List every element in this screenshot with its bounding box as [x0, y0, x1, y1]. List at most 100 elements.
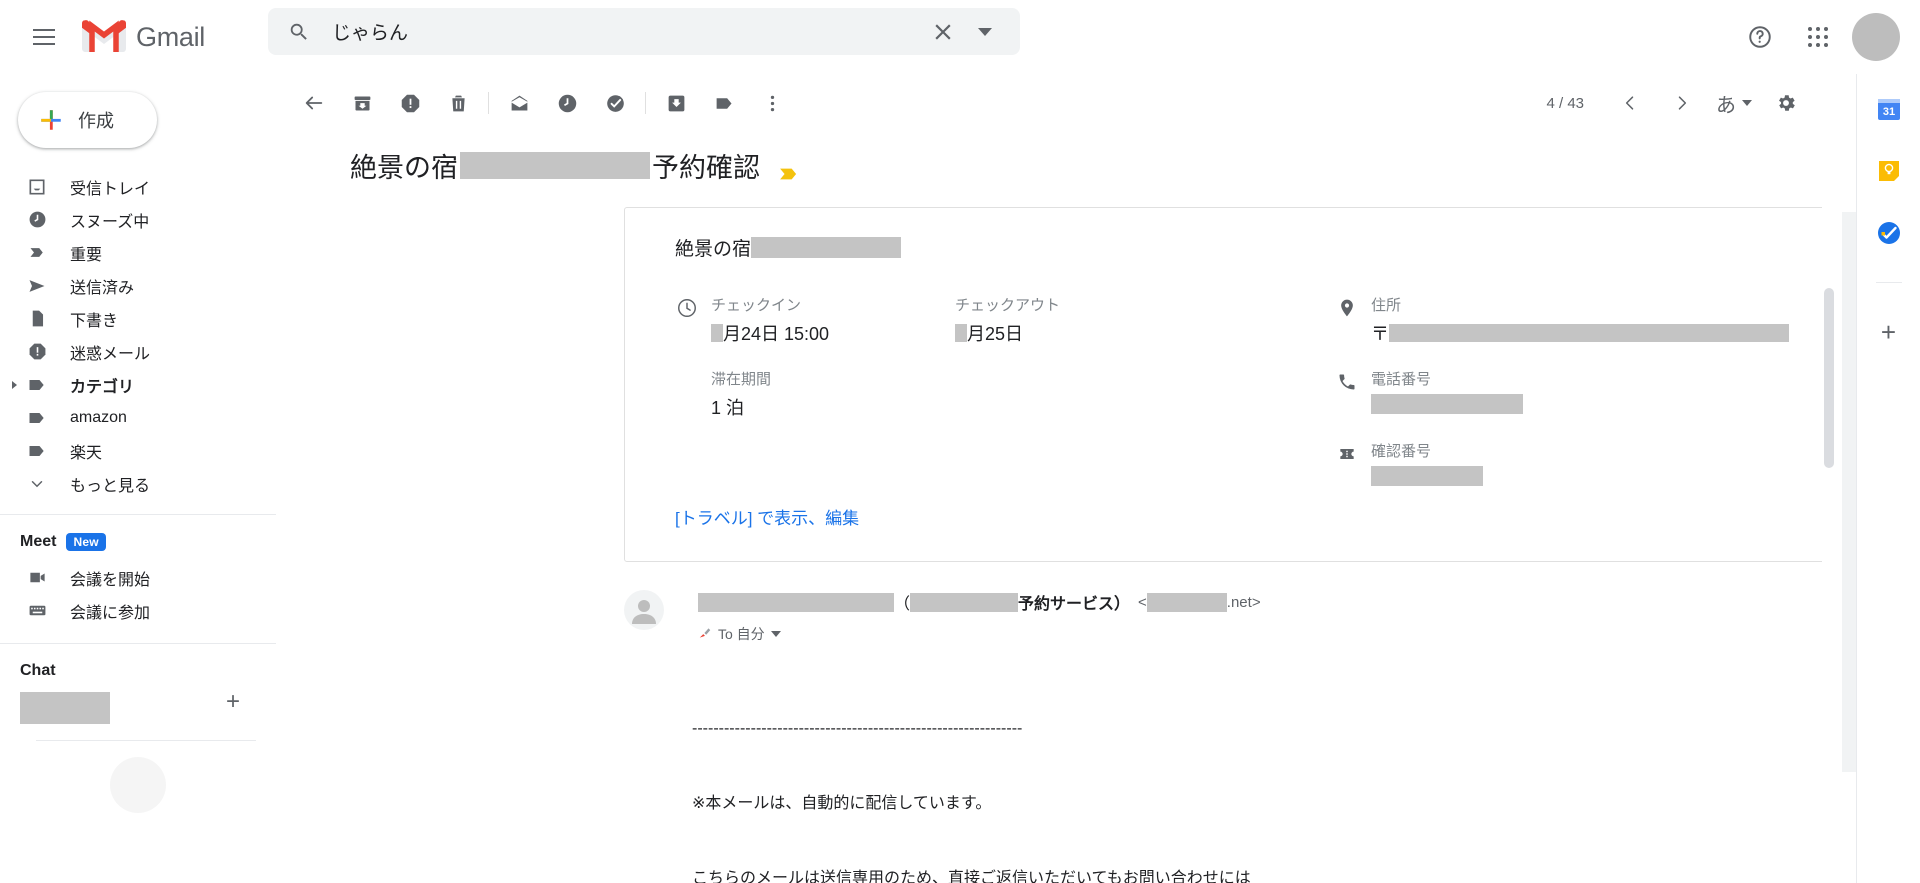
compose-button[interactable]: 作成 [18, 92, 157, 148]
chat-avatar-placeholder [110, 757, 166, 813]
plus-icon [38, 107, 64, 133]
meet-label: Meet [20, 533, 57, 550]
svg-text:31: 31 [1882, 106, 1894, 118]
gear-icon[interactable] [1762, 79, 1810, 127]
chevron-right-icon[interactable] [12, 380, 17, 389]
sender-avatar[interactable] [624, 590, 664, 630]
archive-icon[interactable] [338, 79, 386, 127]
meet-section-title: Meet New [0, 533, 276, 551]
avatar[interactable] [1852, 13, 1900, 61]
add-to-tasks-icon[interactable] [591, 79, 639, 127]
value-text: 月24日 15:00 [723, 323, 830, 344]
apps-grid-icon[interactable] [1794, 13, 1842, 61]
field-value: 〒 [1371, 320, 1789, 346]
field-checkout: チェックアウト 月25日 [955, 296, 1060, 346]
sidebar-item-sent[interactable]: 送信済み [0, 269, 266, 302]
sidebar-item-amazon[interactable]: amazon [0, 401, 266, 434]
more-vertical-icon[interactable] [748, 79, 796, 127]
sidebar-item-label: 迷惑メール [70, 345, 151, 363]
sender-name-redacted [698, 592, 894, 612]
sidebar-item-rakuten[interactable]: 楽天 [0, 434, 266, 467]
field-label: チェックイン [711, 297, 802, 314]
label-icon [26, 440, 48, 462]
sidebar-item-more[interactable]: もっと見る [0, 467, 266, 500]
page-scrollbar[interactable] [1842, 212, 1856, 772]
value-text: 〒 [1371, 323, 1389, 344]
sidebar-item-spam[interactable]: 迷惑メール [0, 335, 266, 368]
label-icon [26, 407, 48, 429]
chevron-left-icon[interactable] [1606, 79, 1654, 127]
chevron-down-icon[interactable] [978, 27, 992, 36]
scrollbar-thumb[interactable] [1824, 288, 1834, 468]
chat-redacted-name [20, 692, 110, 724]
chat-item[interactable]: + [0, 680, 276, 724]
search-input[interactable] [332, 20, 930, 43]
label-icon[interactable] [700, 79, 748, 127]
google-tasks-icon[interactable] [1876, 220, 1902, 246]
sidebar-item-label: もっと見る [70, 477, 151, 495]
chevron-down-icon [26, 473, 48, 495]
sidebar-item-important[interactable]: 重要 [0, 236, 266, 269]
importance-marker-icon[interactable] [778, 158, 800, 179]
mark-unread-icon[interactable] [495, 79, 543, 127]
hamburger-menu-icon[interactable] [20, 13, 68, 61]
search-bar[interactable] [268, 8, 1020, 55]
chevron-right-icon[interactable] [1658, 79, 1706, 127]
inbox-icon [26, 176, 48, 198]
trash-icon[interactable] [434, 79, 482, 127]
sidebar-item-label: 下書き [70, 312, 119, 330]
move-to-inbox-icon[interactable] [652, 79, 700, 127]
to-recipients[interactable]: To 自分 [698, 624, 1261, 644]
body-line: ----------------------------------------… [692, 720, 1023, 737]
label-icon [26, 374, 48, 396]
email-pane: 4 / 43 あ 絶景の宿 予約確認 絶景の宿 チェックイン 月24日 15:0… [276, 74, 1836, 883]
sidebar-item-label: 重要 [70, 246, 103, 264]
sidebar-item-label: 送信済み [70, 279, 135, 297]
input-language-label: あ [1716, 94, 1736, 117]
plus-icon[interactable]: + [1881, 319, 1896, 345]
chevron-down-icon [1742, 100, 1752, 106]
brand-text: Gmail [136, 21, 206, 52]
close-icon[interactable] [930, 19, 956, 45]
field-phone: 電話番号 [1335, 370, 1523, 414]
gmail-logo[interactable]: Gmail [82, 20, 205, 54]
sidebar-item-inbox[interactable]: 受信トレイ [0, 170, 266, 203]
gmail-m-icon [82, 20, 126, 54]
sidebar-item-start-meeting[interactable]: 会議を開始 [0, 561, 266, 594]
sidebar-item-label: 受信トレイ [70, 180, 151, 198]
report-spam-icon[interactable] [386, 79, 434, 127]
scrollbar-track[interactable] [1822, 148, 1836, 883]
field-value: 月24日 15:00 [711, 320, 829, 346]
sidebar-item-label: amazon [70, 408, 127, 426]
body-line: こちらのメールは送信専用のため、直接ご返信いただいてもお問い合わせには [692, 870, 1251, 883]
field-value [1371, 393, 1523, 414]
chat-section-title: Chat [0, 662, 276, 680]
service-name-redacted [910, 592, 1019, 612]
place-pin-icon [1335, 296, 1359, 320]
help-icon[interactable] [1736, 13, 1784, 61]
input-language-selector[interactable]: あ [1710, 89, 1758, 118]
page-count: 4 / 43 [1546, 94, 1584, 112]
sidebar-item-join-meeting[interactable]: 会議に参加 [0, 594, 266, 627]
sidebar-item-categories[interactable]: カテゴリ [0, 368, 266, 401]
sidebar-item-drafts[interactable]: 下書き [0, 302, 266, 335]
snooze-clock-icon[interactable] [543, 79, 591, 127]
sidebar-item-snoozed[interactable]: スヌーズ中 [0, 203, 266, 236]
subject-prefix: 絶景の宿 [350, 153, 458, 183]
field-value: 1 泊 [711, 397, 745, 418]
right-side-panel: 31 + [1856, 74, 1920, 883]
confirmation-redacted [1371, 465, 1483, 486]
chat-divider [36, 740, 256, 741]
field-stay-duration: 滞在期間 1 泊 [675, 370, 771, 420]
plus-icon[interactable]: + [226, 690, 240, 714]
sender-line: （ 予約サービス） < .net> [698, 590, 1261, 614]
value-text: 月25日 [967, 323, 1024, 344]
field-checkin: チェックイン 月24日 15:00 [675, 296, 829, 346]
view-in-travel-link[interactable]: [トラベル] で表示、編集 [675, 504, 859, 529]
field-label: 電話番号 [1371, 371, 1432, 388]
google-calendar-icon[interactable]: 31 [1876, 96, 1902, 122]
back-arrow-icon[interactable] [290, 79, 338, 127]
google-keep-icon[interactable] [1876, 158, 1902, 184]
chevron-down-icon[interactable] [770, 631, 781, 637]
sender-email: < .net> [1138, 592, 1261, 612]
